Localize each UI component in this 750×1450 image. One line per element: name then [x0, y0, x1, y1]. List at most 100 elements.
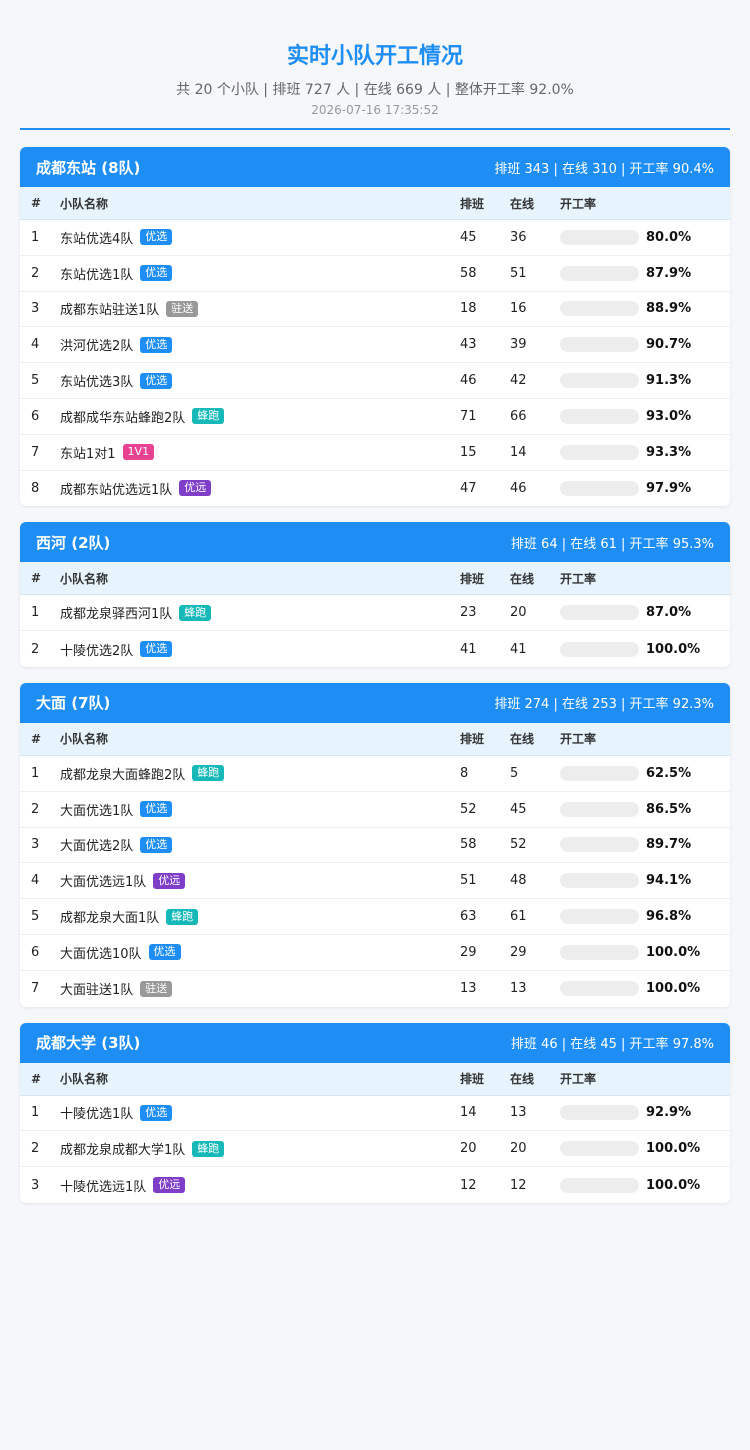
scheduled-count: 63 [460, 909, 477, 925]
rate-cell: 100.0% [560, 981, 730, 997]
table-row: 3 成都东站驻送1队 驻送 18 16 88.9% [20, 292, 730, 328]
online-count: 48 [510, 873, 527, 889]
rate-bar [560, 944, 639, 960]
rate-bar [560, 229, 639, 245]
table-row: 1 东站优选4队 优选 45 36 80.0% [20, 220, 730, 256]
table-row: 7 大面驻送1队 驻送 13 13 100.0% [20, 971, 730, 1007]
team-name: 十陵优选1队 [60, 1107, 134, 1123]
team-name: 洪河优选2队 [60, 339, 134, 355]
rate-cell: 96.8% [560, 909, 730, 925]
rate-value: 91.3% [646, 373, 692, 389]
online-count: 52 [510, 837, 527, 853]
col-rate: 开工率 [560, 732, 597, 747]
col-name: 小队名称 [60, 571, 109, 586]
team-type-badge: 蜂跑 [192, 1140, 225, 1157]
rate-bar [560, 301, 639, 317]
team-name: 东站1对1 [60, 446, 116, 462]
rate-value: 93.3% [646, 444, 692, 460]
team-name-cell: 成都龙泉大面蜂跑2队 蜂跑 [60, 764, 460, 783]
section-name: 成都东站 (8队) [36, 158, 141, 177]
col-online: 在线 [510, 571, 535, 586]
col-name: 小队名称 [60, 732, 109, 747]
team-name: 成都成华东站蜂跑2队 [60, 410, 186, 426]
team-type-badge: 优选 [148, 944, 181, 961]
section-stats: 排班 274 | 在线 253 | 开工率 92.3% [494, 697, 714, 713]
table-header: # 小队名称 排班 在线 开工率 [20, 1062, 730, 1096]
team-type-badge: 优选 [140, 229, 173, 246]
team-name-cell: 东站优选1队 优选 [60, 264, 460, 283]
rate-value: 93.0% [646, 408, 692, 424]
table-header: # 小队名称 排班 在线 开工率 [20, 562, 730, 596]
team-type-badge: 优选 [140, 1104, 173, 1121]
online-count: 16 [510, 301, 527, 317]
scheduled-count: 71 [460, 408, 477, 424]
rate-bar [560, 909, 639, 925]
table-row: 8 成都东站优选远1队 优远 47 46 97.9% [20, 471, 730, 507]
table-row: 6 大面优选10队 优选 29 29 100.0% [20, 935, 730, 971]
row-index: 4 [31, 873, 40, 889]
scheduled-count: 51 [460, 873, 477, 889]
team-name-cell: 东站优选3队 优选 [60, 371, 460, 390]
page-title: 实时小队开工情况 [286, 44, 463, 69]
col-scheduled: 排班 [460, 571, 485, 586]
team-name: 成都东站驻送1队 [60, 303, 160, 319]
section-name: 成都大学 (3队) [36, 1034, 141, 1053]
col-scheduled: 排班 [460, 1072, 485, 1087]
team-type-badge: 蜂跑 [166, 908, 199, 925]
team-type-badge: 优远 [153, 1177, 186, 1194]
team-type-badge: 驻送 [140, 980, 173, 997]
row-index: 5 [31, 909, 40, 925]
section-name: 西河 (2队) [36, 533, 111, 552]
col-index: # [31, 731, 42, 746]
table-row: 2 东站优选1队 优选 58 51 87.9% [20, 256, 730, 292]
team-section: 成都东站 (8队) 排班 343 | 在线 310 | 开工率 90.4% # … [20, 147, 730, 507]
team-type-badge: 蜂跑 [192, 765, 225, 782]
rate-bar [560, 265, 639, 281]
team-name: 大面优选远1队 [60, 875, 147, 891]
team-type-badge: 蜂跑 [192, 408, 225, 425]
section-stats: 排班 46 | 在线 45 | 开工率 97.8% [510, 1037, 714, 1053]
rate-value: 89.7% [646, 837, 692, 853]
rate-value: 100.0% [646, 641, 701, 657]
rate-cell: 100.0% [560, 944, 730, 960]
col-index: # [31, 1071, 42, 1086]
scheduled-count: 8 [460, 765, 469, 781]
col-index: # [31, 571, 42, 586]
team-name: 成都东站优选远1队 [60, 482, 173, 498]
section-stats: 排班 343 | 在线 310 | 开工率 90.4% [494, 161, 714, 177]
section-header: 大面 (7队) 排班 274 | 在线 253 | 开工率 92.3% [20, 682, 730, 723]
rate-bar [560, 837, 639, 853]
table-row: 2 成都龙泉成都大学1队 蜂跑 20 20 100.0% [20, 1131, 730, 1168]
col-scheduled: 排班 [460, 732, 485, 747]
table-row: 7 东站1对1 1V1 15 14 93.3% [20, 435, 730, 471]
rate-bar [560, 480, 639, 496]
team-name: 东站优选4队 [60, 231, 134, 247]
rate-bar [560, 1141, 639, 1157]
team-type-badge: 优选 [140, 801, 173, 818]
table-row: 6 成都成华东站蜂跑2队 蜂跑 71 66 93.0% [20, 399, 730, 435]
team-section: 大面 (7队) 排班 274 | 在线 253 | 开工率 92.3% # 小队… [20, 682, 730, 1007]
rate-value: 100.0% [646, 981, 701, 997]
rate-cell: 97.9% [560, 480, 730, 496]
rate-bar [560, 373, 639, 389]
rate-bar [560, 408, 639, 424]
online-count: 36 [510, 229, 527, 245]
online-count: 5 [510, 765, 519, 781]
row-index: 1 [31, 229, 40, 245]
row-index: 4 [31, 337, 40, 353]
team-name-cell: 成都龙泉大面1队 蜂跑 [60, 907, 460, 926]
row-index: 2 [31, 265, 40, 281]
section-list: 成都东站 (8队) 排班 343 | 在线 310 | 开工率 90.4% # … [0, 147, 750, 1203]
rate-cell: 88.9% [560, 301, 730, 317]
scheduled-count: 20 [460, 1141, 477, 1157]
scheduled-count: 12 [460, 1177, 477, 1193]
online-count: 46 [510, 480, 527, 496]
scheduled-count: 18 [460, 301, 477, 317]
rate-cell: 92.9% [560, 1105, 730, 1121]
team-type-badge: 优选 [140, 836, 173, 853]
table-header: # 小队名称 排班 在线 开工率 [20, 187, 730, 220]
row-index: 1 [31, 605, 40, 621]
online-count: 41 [510, 641, 527, 657]
row-index: 8 [31, 480, 40, 496]
table-row: 1 十陵优选1队 优选 14 13 92.9% [20, 1096, 730, 1132]
